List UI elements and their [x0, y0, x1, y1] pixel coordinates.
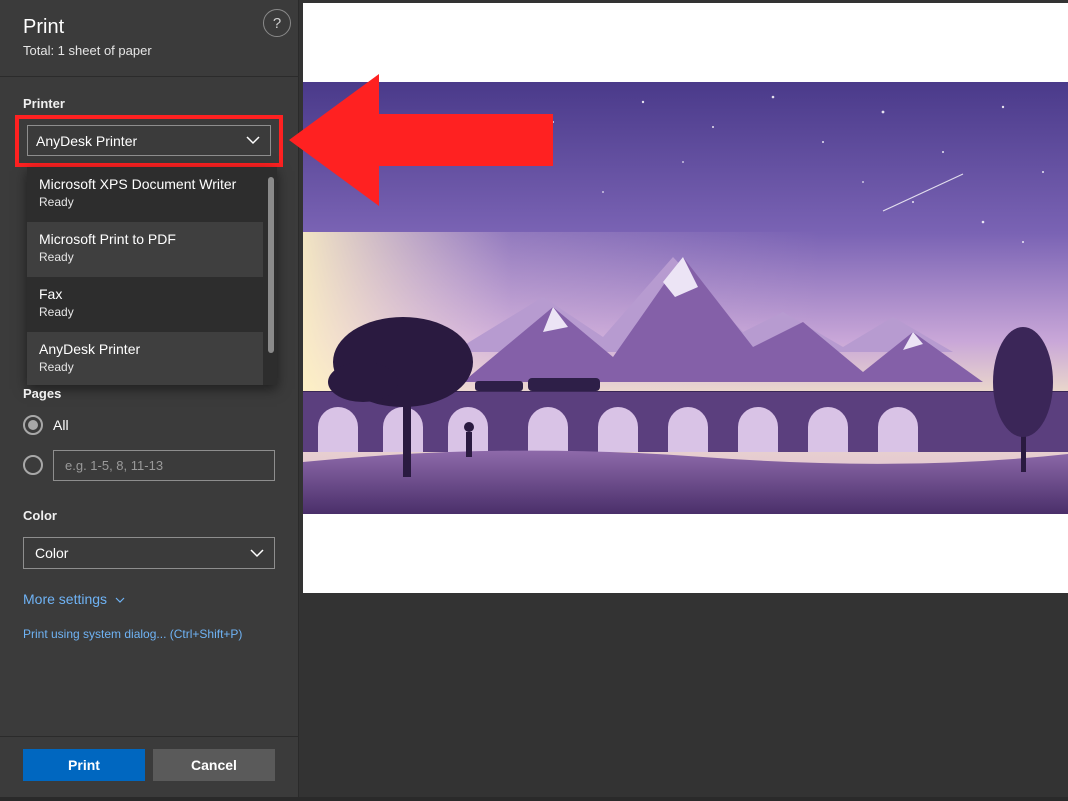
pages-label: Pages [23, 386, 62, 401]
chevron-down-icon [250, 549, 264, 558]
printer-option[interactable]: Microsoft XPS Document Writer Ready [27, 167, 263, 222]
pages-all-radio[interactable] [23, 415, 43, 435]
window-bottom-edge [0, 797, 1068, 801]
footer-divider [0, 736, 299, 737]
settings-panel: Print Total: 1 sheet of paper ? Printer … [0, 0, 299, 797]
annotation-arrow [289, 74, 553, 206]
sheet-count: Total: 1 sheet of paper [23, 43, 152, 58]
chevron-down-icon [115, 597, 125, 603]
print-button[interactable]: Print [23, 749, 145, 781]
pages-custom-radio[interactable] [23, 455, 43, 475]
pages-range-input[interactable] [53, 450, 275, 481]
printer-option-name: AnyDesk Printer [39, 341, 141, 357]
printer-label: Printer [23, 96, 65, 111]
printer-option-status: Ready [39, 195, 74, 209]
pages-all-label: All [53, 417, 69, 433]
print-dialog: Print Total: 1 sheet of paper ? Printer … [0, 0, 1068, 801]
more-settings-link[interactable]: More settings [23, 591, 125, 607]
cancel-button[interactable]: Cancel [153, 749, 275, 781]
dialog-title: Print [23, 16, 65, 38]
printer-option-status: Ready [39, 250, 74, 264]
printer-option-selected[interactable]: AnyDesk Printer Ready [27, 332, 263, 385]
printer-option-name: Fax [39, 286, 63, 302]
help-icon: ? [272, 14, 282, 32]
color-selected-value: Color [35, 545, 69, 561]
header-divider [0, 76, 299, 77]
annotation-highlight-box [15, 115, 283, 167]
system-dialog-link[interactable]: Print using system dialog... (Ctrl+Shift… [23, 627, 242, 641]
printer-option-name: Microsoft Print to PDF [39, 231, 176, 247]
more-settings-label: More settings [23, 591, 108, 607]
printer-dropdown: Microsoft XPS Document Writer Ready Micr… [27, 167, 277, 385]
color-label: Color [23, 508, 57, 523]
help-button[interactable]: ? [263, 9, 291, 37]
dropdown-scrollbar[interactable] [268, 177, 274, 353]
printer-option-status: Ready [39, 305, 74, 319]
printer-option[interactable]: Fax Ready [27, 277, 263, 332]
color-select[interactable]: Color [23, 537, 275, 569]
printer-option-name: Microsoft XPS Document Writer [39, 176, 237, 192]
printer-option[interactable]: Microsoft Print to PDF Ready [27, 222, 263, 277]
printer-option-status: Ready [39, 360, 74, 374]
